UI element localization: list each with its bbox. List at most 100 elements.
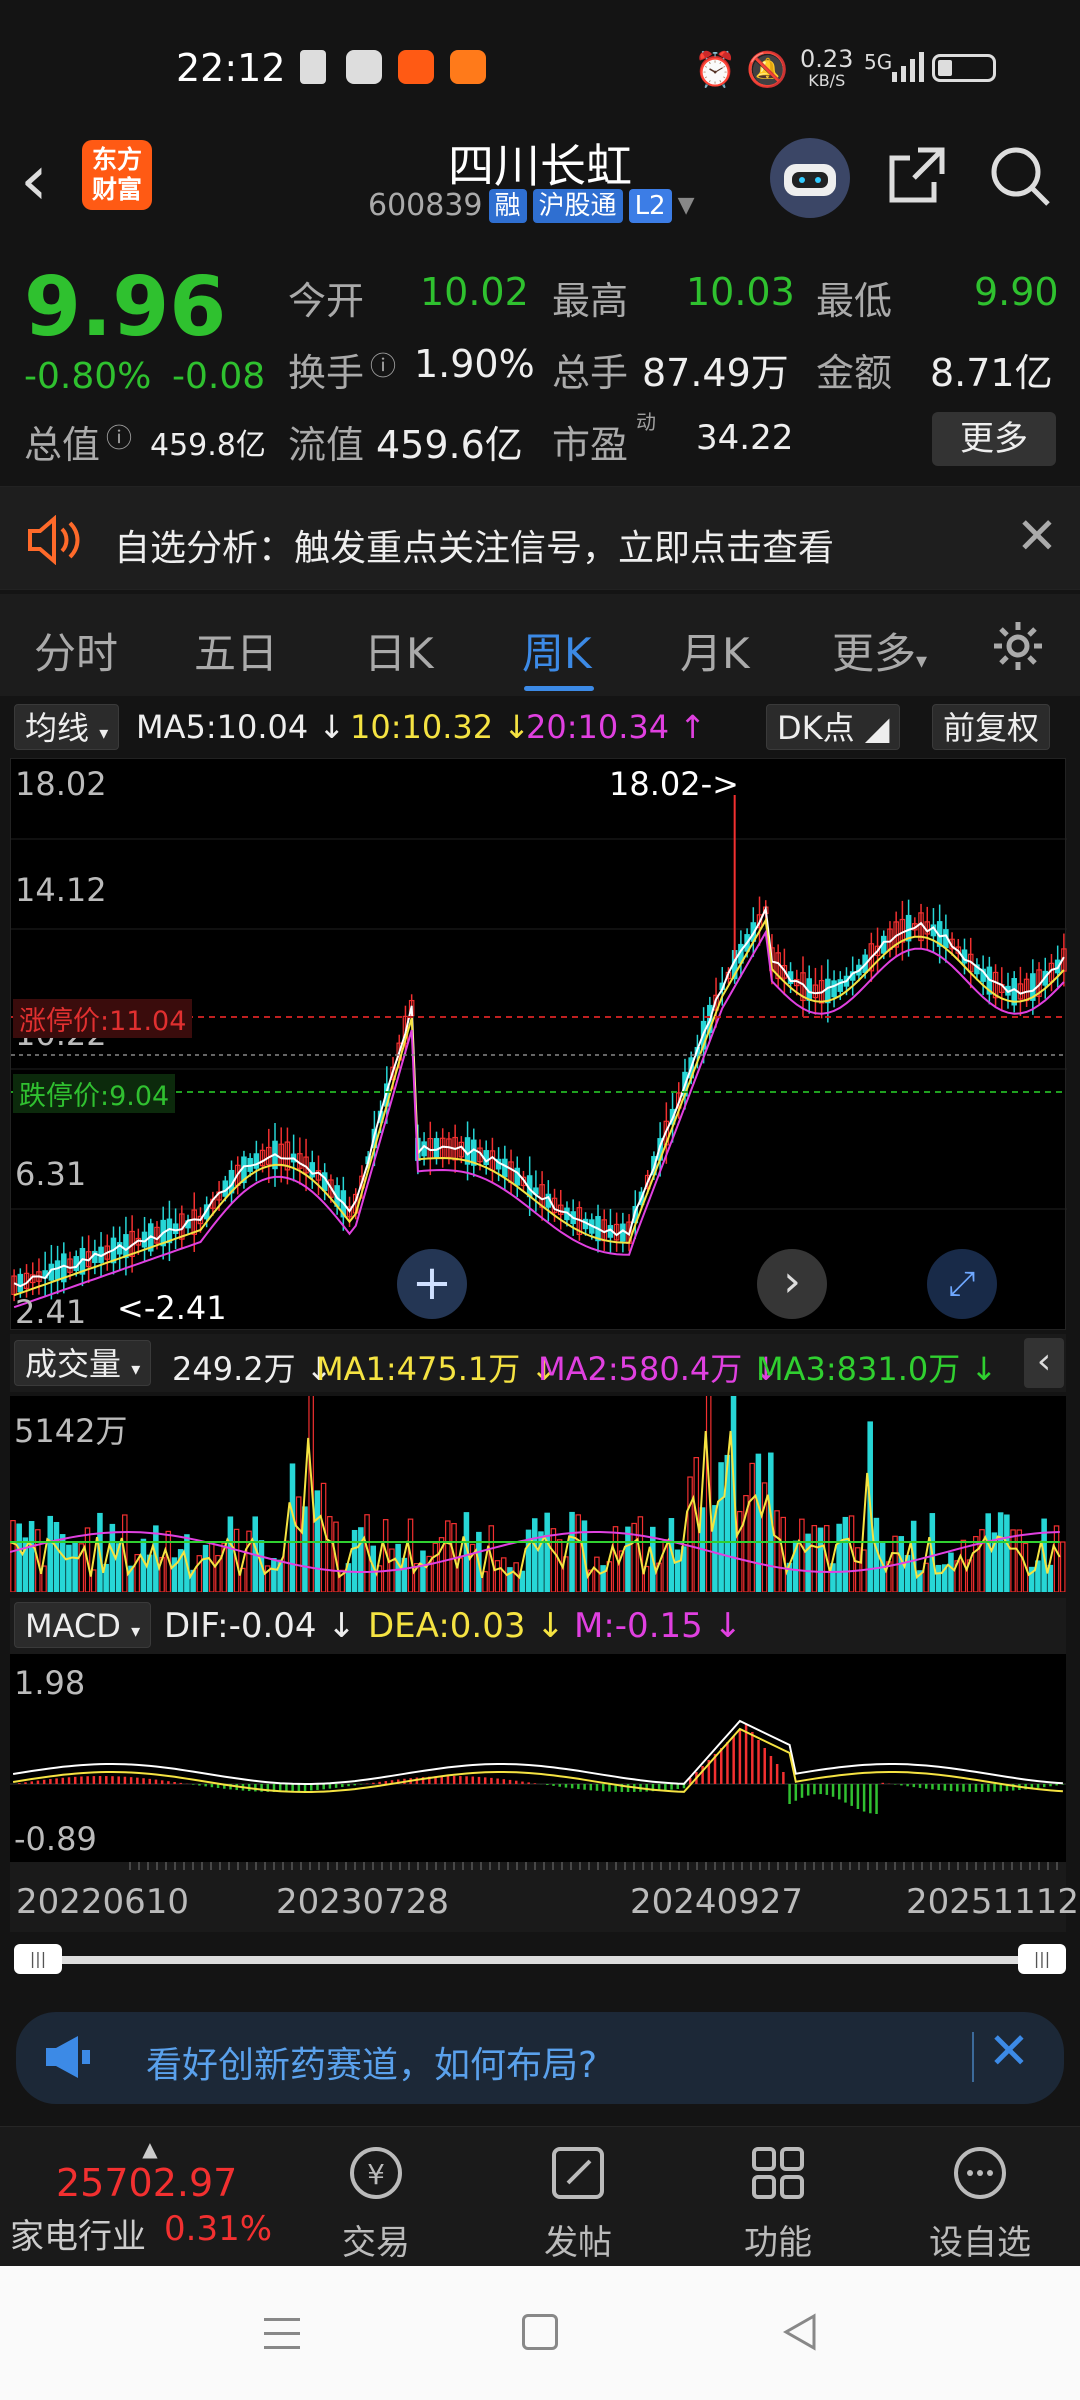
tab-more[interactable]: 更多▾ (832, 620, 927, 681)
ma-indicator-select[interactable]: 均线 ▾ (14, 704, 120, 750)
active-tab-indicator (524, 686, 594, 691)
volume-indicator-select[interactable]: 成交量 ▾ (14, 1340, 152, 1386)
net-speed-unit: KB/S (808, 71, 846, 90)
stock-code-row[interactable]: 600839 融 沪股通 L2 ▼ (368, 188, 695, 223)
nav-post-label: 发帖 (544, 2223, 612, 2263)
trade-icon: ¥ (350, 2147, 402, 2199)
volume-bar (736, 1510, 743, 1593)
nav-trade[interactable]: ¥ 交易 (306, 2141, 446, 2264)
volume-bar (544, 1512, 550, 1593)
volume-bar (320, 1482, 327, 1593)
volume-value: 87.49万 (642, 351, 789, 395)
volume-bar (445, 1520, 451, 1593)
macd-chart[interactable]: 1.98 -0.89 (10, 1654, 1066, 1864)
volume-bar (1053, 1525, 1060, 1593)
macd-toolbar: MACD ▾ DIF:-0.04 ↓ DEA:0.03 ↓ M:-0.15 ↓ (10, 1598, 1066, 1654)
stock-code: 600839 (368, 188, 483, 223)
net-speed: 0.23 KB/S (800, 47, 853, 92)
volume-bar (59, 1534, 66, 1593)
volume-bar (53, 1521, 60, 1593)
chevron-down-icon: ▼ (677, 193, 695, 218)
volume-bar (774, 1510, 780, 1593)
margin-tag: 融 (488, 188, 527, 223)
collapse-arrow-button[interactable]: ‹ (1024, 1338, 1064, 1388)
tab-daily-k[interactable]: 日K (364, 620, 434, 681)
nav-functions-label: 功能 (744, 2223, 812, 2263)
dk-point-button[interactable]: DK点 ◢ (766, 704, 901, 750)
stock-header: ‹ 东方 财富 四川长虹 600839 融 沪股通 L2 ▼ (0, 130, 1080, 242)
float-label: 流值 (288, 423, 365, 467)
vol-ma2-text: MA2:580.4万 (538, 1350, 743, 1388)
info-icon[interactable]: ⓘ (370, 346, 396, 383)
status-time: 22:12 (176, 46, 286, 90)
volume-svg (9, 1361, 1066, 1593)
adjust-button[interactable]: 前复权 (932, 704, 1051, 750)
amount-value: 8.71亿 (930, 351, 1053, 395)
pe-superscript: 动 (636, 410, 656, 434)
candle-body (309, 1162, 316, 1178)
turnover-value: 1.90% (414, 342, 535, 386)
date-label-1: 20220610 (16, 1882, 190, 1922)
more-button[interactable]: 更多 (932, 412, 1056, 466)
alert-banner[interactable]: 自选分析：触发重点关注信号，立即点击查看 ✕ (0, 486, 1080, 590)
tab-weekly-k[interactable]: 周K (522, 620, 592, 681)
menu-icon[interactable] (262, 2314, 302, 2358)
nav-functions[interactable]: 功能 (708, 2141, 848, 2264)
volume-chart[interactable]: 5142万 (9, 1361, 1066, 1593)
battery-icon (932, 54, 996, 82)
robot-assistant-icon[interactable] (770, 138, 850, 218)
vol-ma3-text: MA3:831.0万 (756, 1350, 961, 1388)
volume-bar (674, 1549, 681, 1593)
volume-bar (202, 1544, 209, 1593)
volume-bar (1059, 1541, 1066, 1593)
next-arrow-button[interactable]: › (757, 1249, 827, 1319)
nav-post[interactable]: 发帖 (508, 2141, 648, 2264)
high-label: 最高 (552, 279, 629, 323)
expand-icon[interactable]: ⤢ (927, 1249, 997, 1319)
volume-bar (600, 1565, 606, 1593)
edit-icon (552, 2147, 604, 2199)
home-icon[interactable] (522, 2314, 558, 2350)
ad-banner[interactable]: 看好创新药赛道，如何布局? ✕ (16, 2012, 1064, 2104)
close-icon[interactable]: ✕ (1016, 507, 1058, 565)
low-value: 9.90 (974, 270, 1059, 314)
search-icon[interactable] (988, 144, 1052, 212)
date-ticks (129, 1862, 1058, 1870)
ma20-line (13, 929, 1065, 1309)
gear-icon[interactable] (990, 618, 1046, 678)
macd-indicator-select[interactable]: MACD ▾ (14, 1602, 152, 1648)
kline-chart[interactable]: 18.02 14.12 10.22 6.31 2.41 涨停价:11.04 跌停… (10, 758, 1067, 1331)
scrollbar-left-handle[interactable]: ||| (14, 1944, 62, 1974)
status-bar: 22:12 ⏰ 🔕 0.23 KB/S 5G (0, 0, 1080, 130)
system-nav-bar (0, 2266, 1080, 2400)
close-icon[interactable]: ✕ (988, 2022, 1030, 2080)
volume-indicator-label: 成交量 (25, 1345, 122, 1383)
vol-ma3-value: MA3:831.0万 ↓ (756, 1350, 998, 1388)
share-icon[interactable] (886, 144, 948, 210)
low-label: 最低 (816, 279, 893, 323)
ma-indicator-label: 均线 (25, 709, 90, 747)
industry-index[interactable]: ▲ 25702.97 家电行业 0.31% (10, 2137, 290, 2258)
open-label: 今开 (288, 279, 365, 323)
volume-bar (811, 1525, 818, 1593)
mute-icon: 🔕 (746, 50, 789, 90)
vol-ma2-value: MA2:580.4万 ↓ (538, 1350, 780, 1388)
zoom-in-button[interactable]: + (397, 1249, 467, 1319)
dea-value: DEA:0.03 ↓ (368, 1606, 565, 1646)
nav-add-watchlist[interactable]: 设自选 (910, 2141, 1050, 2264)
tab-monthly-k[interactable]: 月K (680, 620, 750, 681)
pe-value: 34.22 (696, 418, 794, 458)
tab-five-day[interactable]: 五日 (194, 620, 278, 681)
caret-down-icon: ▾ (99, 723, 109, 744)
range-scrollbar[interactable]: ||| ||| (14, 1944, 1066, 1974)
back-nav-icon[interactable] (780, 2312, 820, 2356)
scrollbar-right-handle[interactable]: ||| (1018, 1944, 1066, 1974)
y-label-bottom: 2.41 (15, 1293, 87, 1331)
info-icon[interactable]: ⓘ (106, 418, 132, 455)
tab-intraday[interactable]: 分时 (34, 620, 118, 681)
turnover-label: 换手 (288, 351, 365, 395)
float-value: 459.6亿 (376, 423, 523, 467)
signal-icon (892, 52, 924, 82)
bottom-nav: ▲ 25702.97 家电行业 0.31% ¥ 交易 发帖 功能 设自选 (0, 2126, 1080, 2266)
volume-bar (271, 1558, 277, 1593)
